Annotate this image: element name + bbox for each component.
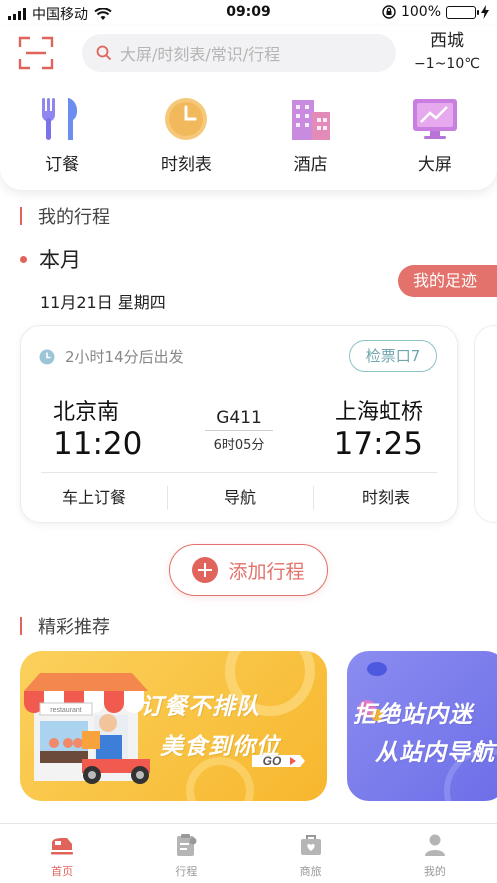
quick-link-timetable[interactable]: 时刻表 <box>124 96 248 175</box>
header-card: 大屏/时刻表/常识/行程 西城 −1~10℃ 订餐 时刻表 酒店 大屏 <box>0 26 497 190</box>
my-trips-heading: 我的行程 <box>20 203 110 229</box>
quick-links: 订餐 时刻表 酒店 大屏 <box>0 96 497 175</box>
navigation-banner[interactable]: 拒绝站内迷 从站内导航 <box>347 651 497 801</box>
search-bar[interactable]: 大屏/时刻表/常识/行程 <box>82 34 396 72</box>
itinerary-icon <box>177 834 197 856</box>
from-station: 北京南 <box>53 400 120 425</box>
tab-home[interactable]: 首页 <box>0 824 124 883</box>
my-footprint-button[interactable]: 我的足迹 <box>398 265 497 297</box>
search-placeholder: 大屏/时刻表/常识/行程 <box>120 45 281 64</box>
section-title: 我的行程 <box>38 207 110 228</box>
clock-icon <box>39 349 55 364</box>
clock-icon <box>165 98 208 140</box>
restaurant-illustration: restaurant GO <box>24 651 315 801</box>
tab-itinerary[interactable]: 行程 <box>124 824 248 883</box>
monitor-icon <box>412 99 457 139</box>
to-time: 17:25 <box>333 426 423 462</box>
train-line <box>205 430 273 431</box>
trip-date: 11月21日 星期四 <box>40 293 166 312</box>
month-label: 本月 <box>20 244 81 274</box>
tab-label: 首页 <box>51 865 74 878</box>
from-time: 11:20 <box>53 426 143 462</box>
search-icon <box>96 45 112 61</box>
shop-sign-text: restaurant <box>50 707 82 714</box>
charging-icon <box>481 5 489 19</box>
scan-icon[interactable] <box>18 36 54 70</box>
weather-widget[interactable]: 西城 −1~10℃ <box>407 28 487 74</box>
banner-headline: 订餐不排队 <box>140 694 260 720</box>
banner-headline: 拒绝站内迷 <box>353 702 473 728</box>
trip-actions: 车上订餐 导航 时刻表 <box>21 474 459 522</box>
trip-card[interactable]: 2小时14分后出发 检票口7 北京南 11:20 G411 6时05分 上海虹桥… <box>20 325 458 523</box>
tab-bar: 首页 行程 商旅 我的 <box>0 823 497 883</box>
quick-link-label: 时刻表 <box>160 155 212 175</box>
dining-banner[interactable]: restaurant GO 订餐不排队 美食到你位 <box>20 651 327 801</box>
tab-label: 商旅 <box>299 865 322 878</box>
quick-link-screen[interactable]: 大屏 <box>373 96 497 175</box>
month-dot <box>20 255 27 263</box>
to-station: 上海虹桥 <box>334 400 423 425</box>
quick-link-label: 订餐 <box>45 155 80 175</box>
navigation-button[interactable]: 导航 <box>167 474 313 522</box>
orientation-lock-icon <box>382 5 396 19</box>
status-bar: 中国移动 09:09 100% <box>0 0 497 26</box>
card-divider <box>41 472 437 473</box>
recommend-heading: 精彩推荐 <box>20 613 110 639</box>
quick-link-dining[interactable]: 订餐 <box>0 96 124 175</box>
add-trip-label: 添加行程 <box>228 560 305 583</box>
tab-business-travel[interactable]: 商旅 <box>249 824 373 883</box>
train-number: G411 <box>189 408 289 431</box>
weather-temp: −1~10℃ <box>414 56 480 72</box>
onboard-dining-button[interactable]: 车上订餐 <box>21 474 167 522</box>
tab-mine[interactable]: 我的 <box>373 824 497 883</box>
section-title: 精彩推荐 <box>38 617 110 638</box>
ticket-gate-badge: 检票口7 <box>349 340 437 372</box>
quick-link-label: 酒店 <box>293 155 328 175</box>
banner-subheadline: 从站内导航 <box>375 740 495 766</box>
cutlery-icon <box>42 98 78 140</box>
month-text: 本月 <box>39 248 81 272</box>
banner-subheadline: 美食到你位 <box>160 734 280 760</box>
section-accent-bar <box>20 207 22 225</box>
departure-countdown: 2小时14分后出发 <box>39 346 184 367</box>
quick-link-label: 大屏 <box>417 155 452 175</box>
battery-percent: 100% <box>400 4 441 20</box>
timetable-button[interactable]: 时刻表 <box>313 474 459 522</box>
section-accent-bar <box>20 617 22 635</box>
hotel-icon <box>291 100 330 140</box>
trip-duration: 6时05分 <box>213 438 265 453</box>
plus-icon <box>192 557 219 583</box>
suitcase-icon <box>300 835 321 855</box>
weather-city: 西城 <box>430 31 464 51</box>
tab-label: 我的 <box>423 865 446 878</box>
quick-link-hotel[interactable]: 酒店 <box>249 96 373 175</box>
next-trip-card-peek[interactable] <box>474 325 497 523</box>
tab-label: 行程 <box>175 865 198 878</box>
add-trip-button[interactable]: 添加行程 <box>169 544 328 596</box>
departure-countdown-text: 2小时14分后出发 <box>65 348 184 366</box>
user-icon <box>424 834 445 856</box>
battery-icon <box>446 5 479 19</box>
train-icon <box>51 838 74 855</box>
train-number-text: G411 <box>216 408 262 428</box>
